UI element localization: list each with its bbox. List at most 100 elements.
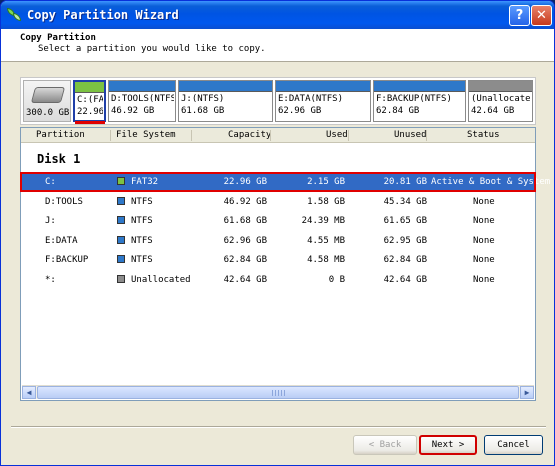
partition-block-size: 62.96 GB <box>278 106 322 116</box>
cell-status: None <box>473 235 495 246</box>
cell-used: 0 B <box>328 274 345 285</box>
cell-used: 2.15 GB <box>307 177 345 187</box>
cell-status: None <box>473 255 495 265</box>
close-button[interactable]: ✕ <box>531 5 552 26</box>
partition-block-size: 62.84 GB <box>376 106 420 116</box>
cell-file-system: Unallocated <box>117 274 191 285</box>
list-header: Partition File System Capacity Used Unus… <box>21 128 535 143</box>
cell-partition: J: <box>45 216 56 226</box>
next-button[interactable]: Next > <box>419 435 477 455</box>
file-system-color-icon <box>117 177 125 185</box>
header-subtitle: Select a partition you would like to cop… <box>38 44 266 54</box>
partition-list[interactable]: Partition File System Capacity Used Unus… <box>20 127 550 401</box>
cell-partition: *: <box>45 274 56 285</box>
partition-bar <box>75 82 104 93</box>
app-leaf-icon <box>7 8 21 22</box>
scroll-right-arrow-icon[interactable]: ▶ <box>520 386 534 399</box>
partition-block-unallocated[interactable]: (Unallocated 42.64 GB <box>468 80 533 122</box>
cell-used: 4.55 MB <box>307 235 345 246</box>
wizard-header: Copy Partition Select a partition you wo… <box>1 29 554 62</box>
scroll-thumb[interactable] <box>37 386 519 399</box>
partition-row[interactable]: D:TOOLS NTFS 46.92 GB 1.58 GB 45.34 GB None <box>22 193 534 211</box>
partition-block-size: 46.92 GB <box>111 106 155 116</box>
cell-status: Active & Boot & System <box>431 177 551 187</box>
cell-status: None <box>473 274 495 285</box>
cell-partition: D:TOOLS <box>45 196 83 207</box>
cell-partition: F:BACKUP <box>45 255 89 265</box>
partition-block-name: J:(NTFS) <box>181 94 225 104</box>
partition-block-e-data[interactable]: E:DATA(NTFS) 62.96 GB <box>275 80 371 122</box>
file-system-color-icon <box>117 255 125 263</box>
cell-file-system: NTFS <box>117 216 153 226</box>
partition-block-name: D:TOOLS(NTFS) <box>111 94 174 104</box>
file-system-color-icon <box>117 216 125 224</box>
partition-block-name: F:BACKUP(NTFS) <box>376 94 452 104</box>
partition-row[interactable]: J: NTFS 61.68 GB 24.39 MB 61.65 GB None <box>22 212 534 230</box>
cell-unused: 61.65 GB <box>383 216 427 226</box>
partition-bar <box>469 81 532 92</box>
cancel-button[interactable]: Cancel <box>484 435 543 455</box>
column-header-status[interactable]: Status <box>467 130 500 140</box>
cell-status: None <box>473 216 495 226</box>
cell-used: 24.39 MB <box>301 216 345 226</box>
horizontal-scrollbar[interactable]: ◀ ▶ <box>22 385 534 399</box>
partition-block-size: 22.96 <box>77 107 103 117</box>
partition-block-name: E:DATA(NTFS) <box>278 94 344 104</box>
file-system-label: NTFS <box>131 216 153 226</box>
file-system-label: NTFS <box>131 255 153 265</box>
partition-block-name: C:(FAT <box>77 95 103 105</box>
partition-block-c[interactable]: C:(FAT 22.96 <box>73 80 106 122</box>
partition-block-name: (Unallocated <box>471 94 531 104</box>
file-system-label: NTFS <box>131 235 153 246</box>
partition-row[interactable]: E:DATA NTFS 62.96 GB 4.55 MB 62.95 GB None <box>22 232 534 250</box>
partition-block-j[interactable]: J:(NTFS) 61.68 GB <box>178 80 273 122</box>
partition-block-d-tools[interactable]: D:TOOLS(NTFS) 46.92 GB <box>108 80 176 122</box>
partition-row[interactable]: *: Unallocated 42.64 GB 0 B 42.64 GB None <box>22 271 534 289</box>
disk-map: 300.0 GB C:(FAT 22.96 D:TOOLS(NTFS) 46.9… <box>20 77 536 125</box>
cell-status: None <box>473 196 495 207</box>
column-header-capacity[interactable]: Capacity <box>228 130 271 140</box>
window-title: Copy Partition Wizard <box>27 8 179 22</box>
cell-capacity: 46.92 GB <box>223 196 267 207</box>
cell-file-system: NTFS <box>117 255 153 265</box>
header-title: Copy Partition <box>20 33 96 43</box>
cell-unused: 62.84 GB <box>383 255 427 265</box>
cell-partition: C: <box>45 177 56 187</box>
column-header-file-system[interactable]: File System <box>116 130 176 140</box>
partition-block-size: 42.64 GB <box>471 106 515 116</box>
disk-size: 300.0 GB <box>26 108 70 118</box>
cell-unused: 42.64 GB <box>383 274 427 285</box>
cell-capacity: 42.64 GB <box>223 274 267 285</box>
cell-file-system: FAT32 <box>117 177 158 187</box>
partition-bar <box>179 81 272 92</box>
hard-disk-icon <box>30 87 66 103</box>
partition-bar <box>374 81 465 92</box>
disk-block[interactable]: 300.0 GB <box>23 80 71 122</box>
file-system-label: FAT32 <box>131 177 159 187</box>
cell-file-system: NTFS <box>117 235 153 246</box>
cell-capacity: 61.68 GB <box>223 216 267 226</box>
footer-divider <box>11 426 546 428</box>
copy-partition-wizard-window: Copy Partition Wizard ? ✕ Copy Partition… <box>0 0 555 466</box>
file-system-label: Unallocated <box>131 274 191 285</box>
title-bar[interactable]: Copy Partition Wizard ? ✕ <box>1 1 554 29</box>
column-header-partition[interactable]: Partition <box>36 130 85 140</box>
help-button[interactable]: ? <box>509 5 530 26</box>
cell-capacity: 62.96 GB <box>223 235 267 246</box>
cell-used: 1.58 GB <box>307 196 345 207</box>
file-system-label: NTFS <box>131 196 153 207</box>
disk-label[interactable]: Disk 1 <box>37 152 80 166</box>
partition-block-f-backup[interactable]: F:BACKUP(NTFS) 62.84 GB <box>373 80 466 122</box>
column-header-used[interactable]: Used <box>326 130 348 140</box>
partition-row[interactable]: F:BACKUP NTFS 62.84 GB 4.58 MB 62.84 GB None <box>22 251 534 269</box>
scroll-grip-icon <box>272 390 286 396</box>
partition-row[interactable]: C: FAT32 22.96 GB 2.15 GB 20.81 GB Active & B… <box>22 173 550 191</box>
cell-used: 4.58 MB <box>307 255 345 265</box>
column-header-unused[interactable]: Unused <box>394 130 427 140</box>
back-button[interactable]: < Back <box>353 435 417 455</box>
partition-bar <box>276 81 370 92</box>
file-system-color-icon <box>117 274 125 283</box>
partition-block-size: 61.68 GB <box>181 106 225 116</box>
file-system-color-icon <box>117 196 125 205</box>
scroll-left-arrow-icon[interactable]: ◀ <box>22 386 36 399</box>
